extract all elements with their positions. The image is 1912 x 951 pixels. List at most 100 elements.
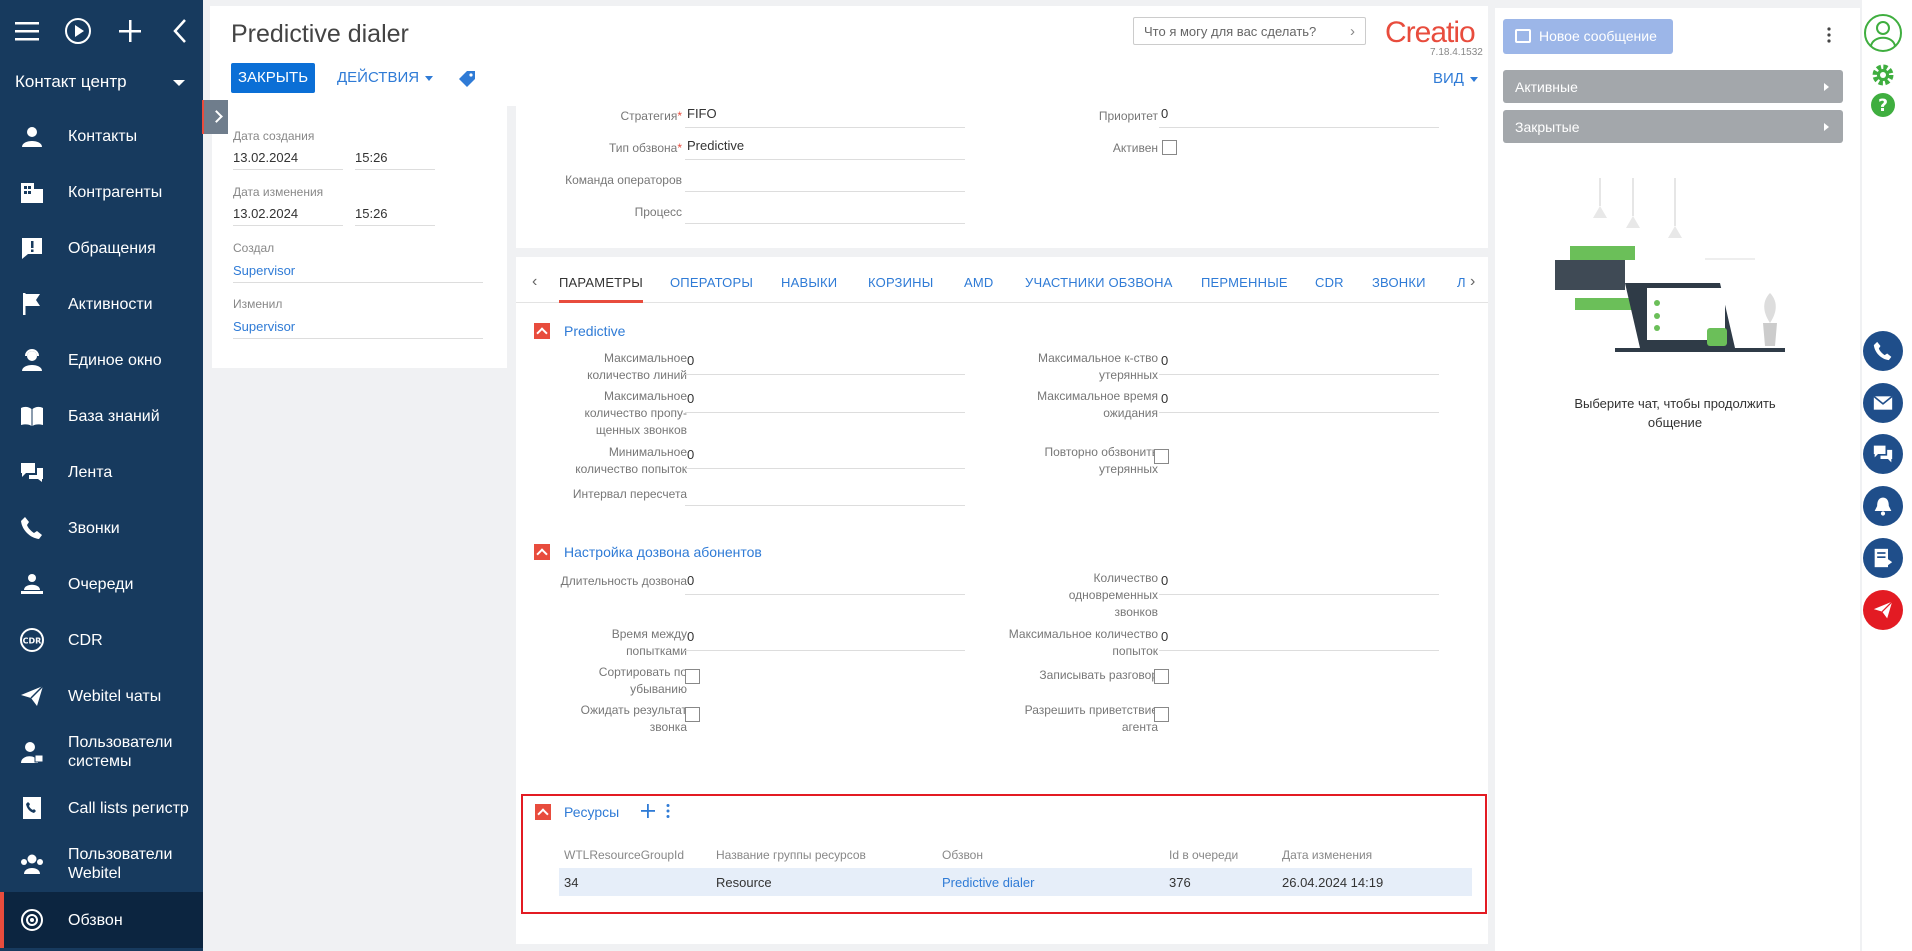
dial-duration-field[interactable]: 0 — [685, 573, 965, 595]
sort-desc-checkbox[interactable] — [685, 669, 700, 684]
settings-gear-icon[interactable] — [1870, 62, 1896, 88]
close-button[interactable]: ЗАКРЫТЬ — [231, 63, 315, 93]
tag-icon[interactable] — [458, 70, 476, 88]
concurrent-calls-field[interactable]: 0 — [1159, 573, 1439, 595]
sidebar-item-activities[interactable]: Активности — [0, 276, 203, 332]
sidebar-item-call-lists[interactable]: Call lists регистр — [0, 780, 203, 836]
tab-skills[interactable]: НАВЫКИ — [781, 275, 837, 290]
notifications-button[interactable] — [1863, 486, 1903, 526]
sidebar-item-knowledge-base[interactable]: База знаний — [0, 388, 203, 444]
sidebar-item-cdr[interactable]: CDR CDR — [0, 612, 203, 668]
editor-link[interactable]: Supervisor — [233, 319, 483, 339]
webitel-send-button[interactable] — [1863, 590, 1903, 630]
help-icon[interactable]: ? — [1870, 92, 1896, 118]
column-header[interactable]: Дата изменения — [1282, 848, 1372, 862]
email-button[interactable] — [1863, 383, 1903, 423]
add-record-icon[interactable] — [640, 803, 656, 819]
back-icon[interactable] — [166, 16, 196, 46]
sidebar-item-system-users[interactable]: Пользователи системы — [0, 724, 203, 780]
collapse-group-icon[interactable] — [535, 804, 551, 820]
collapse-group-icon[interactable] — [534, 323, 550, 339]
column-header[interactable]: Id в очереди — [1169, 848, 1238, 862]
chats-button[interactable] — [1863, 434, 1903, 474]
tab-cdr[interactable]: CDR — [1315, 275, 1344, 290]
more-options-icon[interactable] — [1827, 26, 1831, 44]
search-input[interactable]: Что я могу для вас сделать? › — [1133, 17, 1366, 45]
actions-button-label: ДЕЙСТВИЯ — [337, 69, 420, 86]
max-lost-field[interactable]: 0 — [1159, 353, 1439, 375]
sidebar-item-accounts[interactable]: Контрагенты — [0, 164, 203, 220]
tab-participants[interactable]: УЧАСТНИКИ ОБЗВОНА — [1025, 275, 1173, 290]
tab-variables[interactable]: ПЕРМЕННЫЕ — [1201, 275, 1288, 290]
new-message-button[interactable]: Новое сообщение — [1503, 19, 1673, 54]
active-checkbox[interactable] — [1162, 140, 1177, 155]
sidebar-item-cases[interactable]: Обращения — [0, 220, 203, 276]
process-field[interactable] — [685, 202, 965, 224]
add-icon[interactable] — [115, 16, 145, 46]
cdr-icon: CDR — [20, 628, 44, 652]
recalc-interval-field[interactable] — [685, 484, 965, 506]
collapse-panel-toggle[interactable] — [202, 100, 228, 134]
feed-icon — [1874, 548, 1893, 568]
tab-baskets[interactable]: КОРЗИНЫ — [868, 275, 933, 290]
record-call-checkbox[interactable] — [1154, 669, 1169, 684]
table-cell-link[interactable]: Predictive dialer — [942, 875, 1035, 890]
actions-button[interactable]: ДЕЙСТВИЯ — [337, 69, 434, 86]
sidebar-item-queues[interactable]: Очереди — [0, 556, 203, 612]
sidebar-item-dialer[interactable]: Обзвон — [0, 892, 203, 948]
wait-result-checkbox[interactable] — [685, 707, 700, 722]
sidebar-item-calls[interactable]: Звонки — [0, 500, 203, 556]
svg-text:CDR: CDR — [23, 637, 42, 646]
active-chats-accordion[interactable]: Активные — [1503, 70, 1843, 103]
table-row[interactable]: 34 Resource Predictive dialer 376 26.04.… — [559, 868, 1472, 896]
max-attempts-field[interactable]: 0 — [1159, 629, 1439, 651]
agent-icon — [22, 349, 42, 371]
modified-date-field[interactable]: 13.02.2024 — [233, 206, 343, 226]
tab-scroll-right-icon[interactable]: › — [1470, 273, 1475, 291]
tab-operators[interactable]: ОПЕРАТОРЫ — [670, 275, 753, 290]
modified-time-field[interactable]: 15:26 — [355, 206, 435, 226]
more-options-icon[interactable] — [665, 803, 671, 819]
redial-lost-checkbox[interactable] — [1154, 449, 1169, 464]
closed-chats-accordion[interactable]: Закрытые — [1503, 110, 1843, 143]
collapse-group-icon[interactable] — [534, 544, 550, 560]
tab-scroll-left-icon[interactable]: ‹ — [532, 273, 537, 291]
resources-title[interactable]: Ресурсы — [564, 804, 619, 820]
column-header[interactable]: Название группы ресурсов — [716, 848, 866, 862]
profile-avatar-icon[interactable] — [1863, 13, 1903, 53]
phone-button[interactable] — [1863, 331, 1903, 371]
page-title: Predictive dialer — [231, 20, 409, 48]
team-field[interactable] — [685, 170, 965, 192]
column-header[interactable]: Обзвон — [942, 848, 983, 862]
dial-settings-group-title[interactable]: Настройка дозвона абонентов — [564, 544, 762, 560]
hamburger-menu-icon[interactable] — [12, 16, 42, 46]
created-time-field[interactable]: 15:26 — [355, 150, 435, 170]
play-process-icon[interactable] — [63, 16, 93, 46]
max-lines-field[interactable]: 0 — [685, 353, 965, 375]
sidebar-item-contacts[interactable]: Контакты — [0, 108, 203, 164]
predictive-group-title[interactable]: Predictive — [564, 323, 625, 339]
priority-field[interactable]: 0 — [1159, 106, 1439, 128]
author-link[interactable]: Supervisor — [233, 263, 483, 283]
max-missed-field[interactable]: 0 — [685, 391, 965, 413]
between-attempts-field[interactable]: 0 — [685, 629, 965, 651]
agent-greeting-checkbox[interactable] — [1154, 707, 1169, 722]
dial-type-field[interactable]: Predictive — [685, 138, 965, 160]
tab-parameters[interactable]: ПАРАМЕТРЫ — [559, 275, 643, 303]
sidebar-item-webitel-users[interactable]: Пользователи Webitel — [0, 836, 203, 892]
tab-calls[interactable]: ЗВОНКИ — [1372, 275, 1426, 290]
sidebar-item-webitel-chats[interactable]: Webitel чаты — [0, 668, 203, 724]
feed-button[interactable] — [1863, 538, 1903, 578]
tab-amd[interactable]: AMD — [964, 275, 994, 290]
min-attempts-field[interactable]: 0 — [685, 447, 965, 469]
tab-more[interactable]: Л — [1457, 275, 1466, 290]
strategy-field[interactable]: FIFO — [685, 106, 965, 128]
created-date-field[interactable]: 13.02.2024 — [233, 150, 343, 170]
table-cell: 376 — [1169, 875, 1191, 890]
view-button[interactable]: ВИД — [1433, 70, 1478, 87]
sidebar-item-single-window[interactable]: Единое окно — [0, 332, 203, 388]
sidebar-item-feed[interactable]: Лента — [0, 444, 203, 500]
max-wait-field[interactable]: 0 — [1159, 391, 1439, 413]
column-header[interactable]: WTLResourceGroupId — [564, 848, 684, 862]
workplace-select[interactable]: Контакт центр — [0, 66, 203, 98]
